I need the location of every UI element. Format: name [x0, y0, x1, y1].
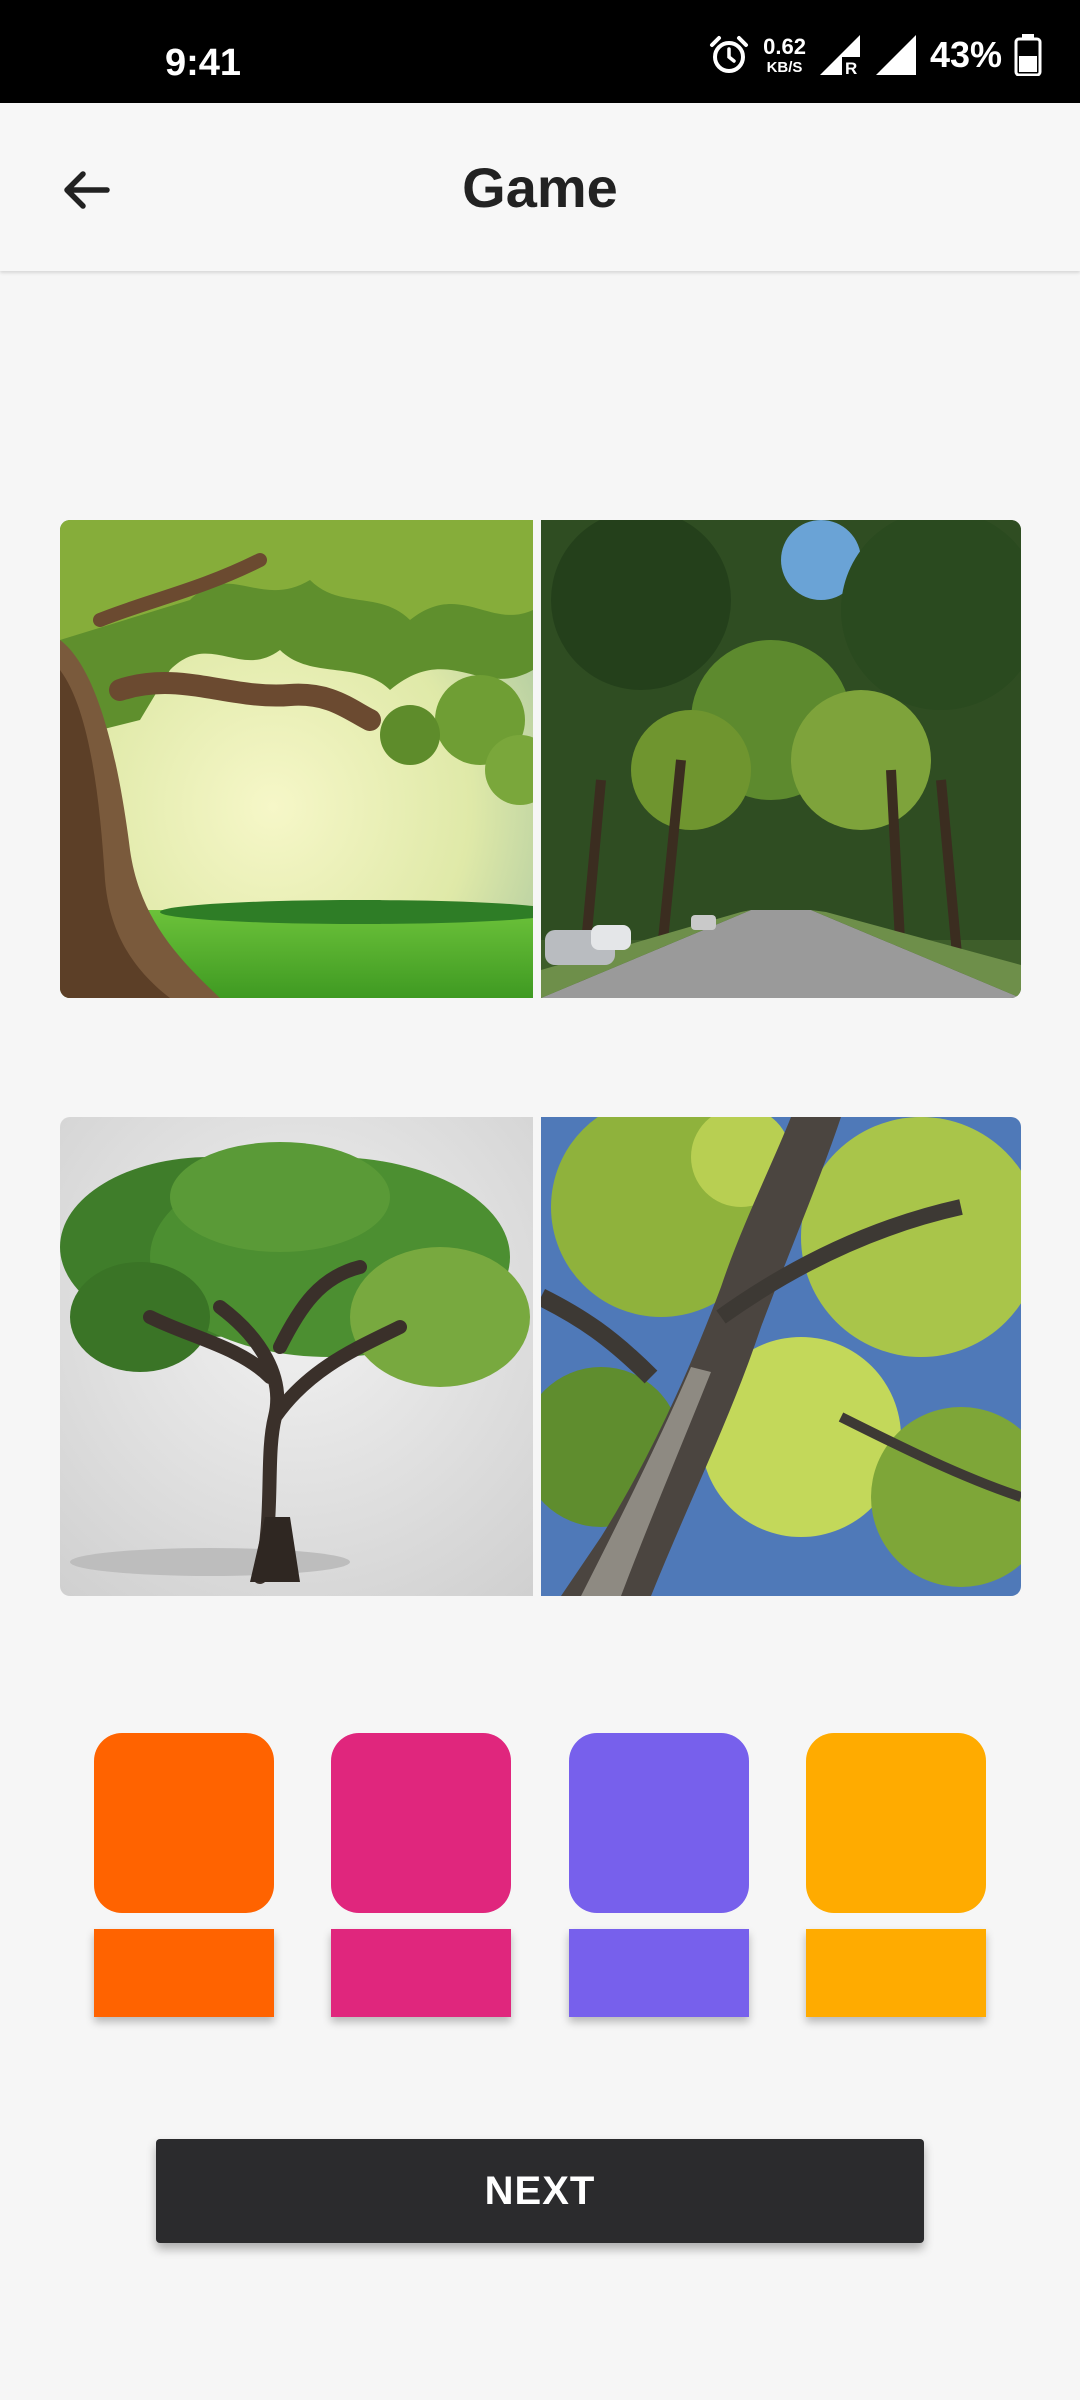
signal-roaming-icon: R — [819, 35, 860, 77]
status-time: 9:41 — [165, 42, 242, 84]
network-speed-unit: KB/S — [766, 58, 803, 76]
color-slot-purple[interactable] — [569, 1929, 749, 2017]
status-icons: 0.62 KB/S R 43% — [707, 30, 1042, 80]
single-tree-photo[interactable] — [60, 1117, 533, 1596]
color-slot-orange[interactable] — [94, 1929, 274, 2017]
color-slot-amber[interactable] — [806, 1929, 986, 2017]
color-tile-amber[interactable] — [806, 1733, 986, 1913]
svg-text:R: R — [845, 59, 857, 77]
tree-with-meadow-photo[interactable] — [60, 520, 533, 998]
color-tile-orange[interactable] — [94, 1733, 274, 1913]
signal-icon — [875, 35, 916, 75]
network-speed: 0.62 KB/S — [763, 33, 806, 76]
battery-percent: 43% — [929, 34, 1002, 75]
tree-canopy-from-below-photo[interactable] — [541, 1117, 1021, 1596]
app-bar: Game — [0, 103, 1080, 271]
color-tile-pink[interactable] — [331, 1733, 511, 1913]
status-bar: 9:41 0.62 KB/S R 43% — [0, 0, 1080, 103]
alarm-icon — [710, 36, 749, 73]
battery-icon — [1014, 34, 1042, 76]
next-button[interactable]: NEXT — [156, 2139, 924, 2243]
tree-lined-street-photo[interactable] — [541, 520, 1021, 998]
network-speed-value: 0.62 — [763, 33, 806, 59]
page-title: Game — [462, 156, 618, 219]
color-tile-purple[interactable] — [569, 1733, 749, 1913]
color-slot-pink[interactable] — [331, 1929, 511, 2017]
